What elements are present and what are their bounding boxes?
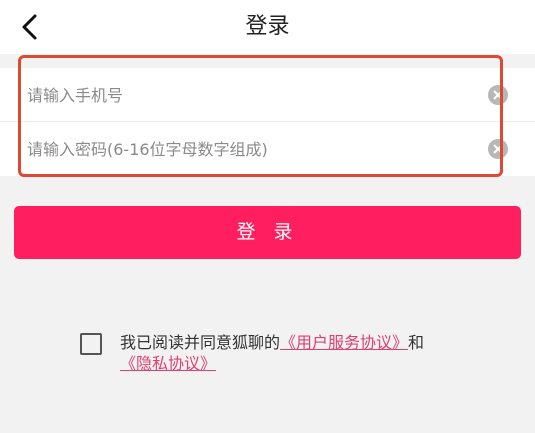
password-input[interactable]: [27, 122, 477, 176]
user-agreement-link[interactable]: 《用户服务协议》: [280, 333, 408, 352]
privacy-policy-link[interactable]: 《隐私协议》: [120, 354, 216, 373]
login-button[interactable]: 登 录: [14, 206, 521, 259]
agreement-conjunction: 和: [408, 333, 425, 352]
phone-input[interactable]: [27, 68, 477, 122]
clear-circle-icon: [493, 144, 503, 154]
agreement-prefix: 我已阅读并同意狐聊的: [120, 333, 281, 352]
password-row: [0, 122, 535, 176]
agreement-checkbox[interactable]: [80, 333, 102, 355]
clear-password-button[interactable]: [488, 139, 508, 159]
login-form: [0, 68, 535, 176]
header-bar: 登录: [0, 0, 535, 54]
clear-phone-button[interactable]: [488, 85, 508, 105]
agreement-text: 我已阅读并同意狐聊的《用户服务协议》和《隐私协议》: [120, 332, 450, 374]
phone-row: [0, 68, 535, 122]
page-title: 登录: [245, 14, 290, 39]
clear-circle-icon: [493, 90, 503, 100]
